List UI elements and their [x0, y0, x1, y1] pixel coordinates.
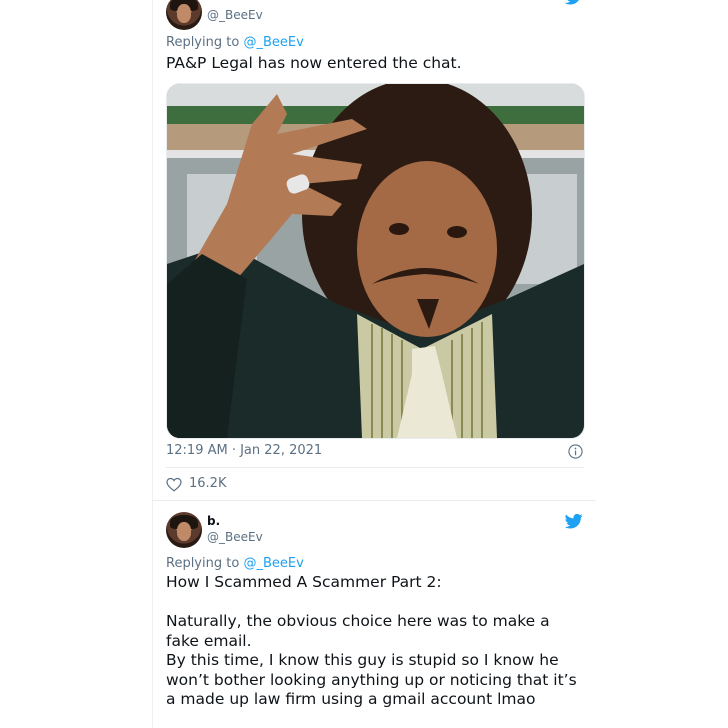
tweet-2-name[interactable]: b. — [207, 514, 220, 528]
tweet-2-line: won’t bother looking anything up or noti… — [166, 670, 577, 689]
heart-icon — [166, 477, 182, 492]
info-icon[interactable] — [568, 444, 583, 459]
tweet-1-timestamp[interactable]: 12:19 AM · Jan 22, 2021 — [166, 443, 322, 458]
tweet-2-line — [166, 593, 577, 613]
replying-handle-link[interactable]: @_BeeEv — [243, 556, 303, 571]
tweet-photo[interactable] — [166, 83, 585, 439]
twitter-bird-icon[interactable] — [564, 0, 584, 6]
replying-prefix: Replying to — [166, 35, 244, 50]
replying-prefix: Replying to — [166, 556, 244, 571]
tweet-separator — [152, 500, 596, 501]
divider — [166, 467, 584, 468]
like-button[interactable]: 16.2K — [166, 476, 246, 494]
tweet-2-line: By this time, I know this guy is stupid … — [166, 651, 559, 669]
replying-to: Replying to @_BeeEv — [166, 35, 304, 50]
timeline-left-border — [152, 0, 153, 728]
like-count: 16.2K — [189, 476, 227, 491]
avatar[interactable] — [166, 0, 202, 30]
replying-handle-link[interactable]: @_BeeEv — [243, 35, 303, 50]
tweet-2-text: How I Scammed A Scammer Part 2: Naturall… — [166, 573, 577, 710]
tweet-2-line: fake email. — [166, 631, 252, 650]
tweet-2-line: How I Scammed A Scammer Part 2: — [166, 573, 442, 591]
tweet-1-text: PA&P Legal has now entered the chat. — [166, 54, 462, 72]
tweet-2-line: a made up law firm using a gmail account… — [166, 690, 536, 708]
twitter-bird-icon[interactable] — [564, 512, 584, 530]
tweet-1-handle[interactable]: @_BeeEv — [207, 8, 263, 22]
tweet-2-line: Naturally, the obvious choice here was t… — [166, 612, 550, 630]
avatar[interactable] — [166, 512, 202, 548]
meme-photo-image — [167, 84, 584, 438]
tweet-2-handle[interactable]: @_BeeEv — [207, 530, 263, 544]
replying-to: Replying to @_BeeEv — [166, 556, 304, 571]
